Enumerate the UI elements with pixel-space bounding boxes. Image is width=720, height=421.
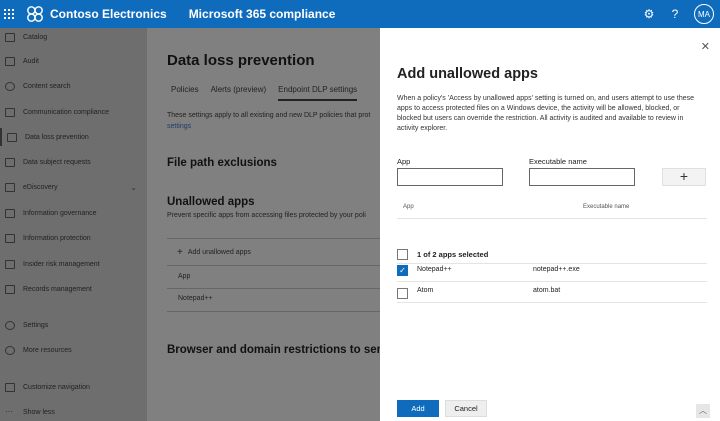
- executable-name-input[interactable]: [529, 168, 635, 186]
- ediscovery-icon: [5, 182, 15, 192]
- divider: [397, 263, 707, 264]
- sidebar-item-information-protection[interactable]: Information protection: [0, 229, 147, 247]
- file-path-exclusions-heading[interactable]: File path exclusions: [167, 157, 277, 169]
- pencil-icon: [5, 382, 15, 392]
- divider: [167, 238, 380, 239]
- chevron-down-icon[interactable]: ⌄: [130, 183, 137, 192]
- app-label: App: [397, 157, 411, 166]
- table-row-exe: notepad++.exe: [533, 266, 580, 273]
- plus-icon: +: [679, 168, 689, 184]
- document-icon: [5, 157, 15, 167]
- sidebar: Catalog Audit Content search Communicati…: [0, 28, 147, 421]
- close-icon[interactable]: ✕: [701, 40, 710, 53]
- settings-link[interactable]: settings: [167, 123, 191, 130]
- sidebar-item-data-loss-prevention[interactable]: Data loss prevention: [0, 128, 147, 146]
- catalog-icon: [5, 32, 15, 42]
- unallowed-apps-description: Prevent specific apps from accessing fil…: [167, 212, 366, 219]
- divider: [397, 281, 707, 282]
- sidebar-item-insider-risk-management[interactable]: Insider risk management: [0, 255, 147, 273]
- add-unallowed-apps-button[interactable]: + Add unallowed apps: [177, 247, 251, 258]
- ellipsis-icon: ···: [5, 406, 13, 416]
- list-header-app: App: [178, 273, 191, 280]
- row-checkbox-notepad[interactable]: ✓: [397, 265, 408, 276]
- selection-count: 1 of 2 apps selected: [417, 250, 489, 259]
- divider: [397, 302, 707, 303]
- divider: [397, 218, 707, 219]
- app-name[interactable]: Microsoft 365 compliance: [189, 7, 336, 21]
- help-icon[interactable]: ?: [668, 7, 682, 21]
- unallowed-apps-heading[interactable]: Unallowed apps: [167, 196, 255, 208]
- add-button[interactable]: Add: [397, 400, 439, 417]
- cancel-button[interactable]: Cancel: [445, 400, 487, 417]
- column-header-app: App: [403, 204, 414, 210]
- panel-description: When a policy's 'Access by unallowed app…: [397, 95, 695, 132]
- search-icon: [5, 81, 15, 91]
- tab-policies[interactable]: Policies: [171, 85, 199, 101]
- sidebar-item-data-subject-requests[interactable]: Data subject requests: [0, 153, 147, 171]
- panel-title: Add unallowed apps: [397, 66, 538, 82]
- main-content: Data loss prevention Policies Alerts (pr…: [147, 28, 380, 421]
- sidebar-item-information-governance[interactable]: Information governance: [0, 204, 147, 222]
- governance-icon: [5, 208, 15, 218]
- divider: [167, 311, 380, 312]
- app-launcher-icon[interactable]: [0, 0, 18, 28]
- page-title: Data loss prevention: [167, 52, 315, 69]
- plus-icon: +: [177, 247, 183, 258]
- tab-endpoint-dlp-settings[interactable]: Endpoint DLP settings: [278, 85, 358, 101]
- add-unallowed-apps-panel: ✕ Add unallowed apps When a policy's 'Ac…: [380, 28, 720, 421]
- gear-icon: [5, 320, 15, 330]
- executable-name-label: Executable name: [529, 157, 587, 166]
- sidebar-item-audit[interactable]: Audit: [0, 52, 147, 70]
- browser-domain-heading[interactable]: Browser and domain restrictions to sen: [167, 344, 380, 356]
- lock-icon: [5, 233, 15, 243]
- divider: [167, 265, 380, 266]
- avatar[interactable]: MA: [694, 4, 714, 24]
- shield-icon: [7, 132, 17, 142]
- contoso-logo-icon: [27, 6, 43, 22]
- settings-description: These settings apply to all existing and…: [167, 112, 371, 130]
- sidebar-item-ediscovery[interactable]: eDiscovery ⌄: [0, 178, 147, 196]
- column-header-executable: Executable name: [583, 204, 630, 210]
- sidebar-item-catalog[interactable]: Catalog: [0, 28, 147, 46]
- org-name[interactable]: Contoso Electronics: [50, 7, 167, 21]
- top-bar: Contoso Electronics Microsoft 365 compli…: [0, 0, 720, 28]
- tab-bar: Policies Alerts (preview) Endpoint DLP s…: [171, 85, 358, 101]
- divider: [167, 288, 380, 289]
- audit-icon: [5, 56, 15, 66]
- app-name-input[interactable]: [397, 168, 503, 186]
- records-icon: [5, 284, 15, 294]
- chat-icon: [5, 107, 15, 117]
- table-row-app: Notepad++: [417, 266, 452, 273]
- sidebar-item-communication-compliance[interactable]: Communication compliance: [0, 103, 147, 121]
- row-checkbox-atom[interactable]: [397, 288, 408, 299]
- chevron-up-icon[interactable]: ︿: [696, 404, 710, 418]
- tab-alerts[interactable]: Alerts (preview): [211, 85, 267, 101]
- list-item[interactable]: Notepad++: [178, 295, 213, 302]
- info-icon: [5, 345, 15, 355]
- sidebar-item-show-less[interactable]: ··· Show less: [0, 403, 147, 421]
- sidebar-item-records-management[interactable]: Records management: [0, 280, 147, 298]
- person-icon: [5, 259, 15, 269]
- table-row-exe: atom.bat: [533, 287, 561, 294]
- gear-icon[interactable]: ⚙: [642, 7, 656, 21]
- sidebar-item-customize-navigation[interactable]: Customize navigation: [0, 378, 147, 396]
- sidebar-item-content-search[interactable]: Content search: [0, 77, 147, 95]
- table-row-app: Atom: [417, 287, 434, 294]
- select-all-checkbox[interactable]: [397, 249, 408, 260]
- sidebar-item-more-resources[interactable]: More resources: [0, 341, 147, 359]
- add-app-button[interactable]: +: [662, 168, 706, 186]
- sidebar-item-settings[interactable]: Settings: [0, 316, 147, 334]
